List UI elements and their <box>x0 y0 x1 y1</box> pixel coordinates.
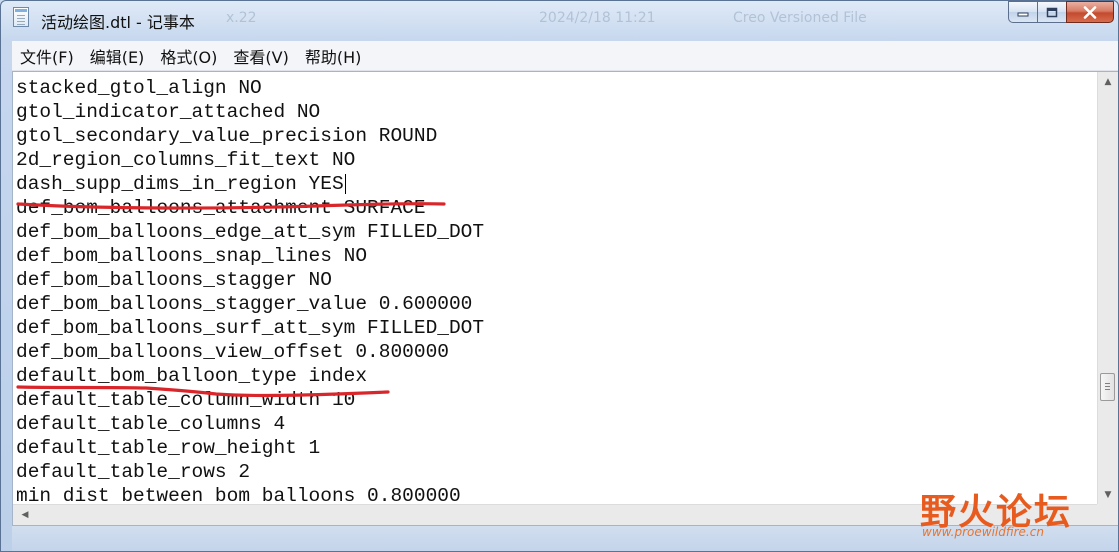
ghost-version-text: x.22 <box>226 10 257 26</box>
text-line: def_bom_balloons_attachment SURFACE <box>16 197 426 219</box>
ghost-type-text: Creo Versioned File <box>733 10 867 26</box>
caption-buttons <box>1008 1 1114 23</box>
scroll-up-arrow-icon[interactable]: ▲ <box>1098 72 1118 92</box>
maximize-button[interactable] <box>1037 1 1066 23</box>
close-button[interactable] <box>1066 1 1114 23</box>
text-content[interactable]: stacked_gtol_align NO gtol_indicator_att… <box>16 76 1096 502</box>
menu-bar: 文件(F) 编辑(E) 格式(O) 查看(V) 帮助(H) <box>12 41 1118 71</box>
text-line: default_table_column_width 10 <box>16 389 356 411</box>
text-line: def_bom_balloons_stagger_value 0.600000 <box>16 293 473 315</box>
title-bar[interactable]: x.22 2024/2/18 11:21 Creo Versioned File… <box>1 1 1118 39</box>
text-line: def_bom_balloons_edge_att_sym FILLED_DOT <box>16 221 485 243</box>
notepad-icon <box>13 7 29 27</box>
text-line: default_bom_balloon_type index <box>16 365 368 387</box>
menu-view[interactable]: 查看(V) <box>225 44 296 68</box>
vertical-scrollbar[interactable]: ▲ ▼ <box>1097 72 1118 505</box>
text-line: stacked_gtol_align NO <box>16 77 262 99</box>
minimize-icon <box>1017 12 1029 17</box>
text-line: gtol_indicator_attached NO <box>16 101 321 123</box>
text-caret <box>344 173 346 194</box>
menu-help[interactable]: 帮助(H) <box>297 44 370 68</box>
notepad-window: x.22 2024/2/18 11:21 Creo Versioned File… <box>0 0 1119 552</box>
text-line: default_table_row_height 1 <box>16 437 321 459</box>
ghost-date-text: 2024/2/18 11:21 <box>539 10 656 26</box>
menu-file[interactable]: 文件(F) <box>12 44 82 68</box>
window-title: 活动绘图.dtl - 记事本 <box>41 13 195 32</box>
text-line: def_bom_balloons_view_offset 0.800000 <box>16 341 449 363</box>
watermark-url: www.proewildfire.cn <box>922 525 1044 539</box>
scrollbar-corner <box>1097 504 1118 525</box>
text-line: default_table_rows 2 <box>16 461 251 483</box>
text-editor[interactable]: stacked_gtol_align NO gtol_indicator_att… <box>12 71 1118 526</box>
close-icon <box>1083 5 1097 19</box>
text-line: default_table_columns 4 <box>16 413 286 435</box>
minimize-button[interactable] <box>1008 1 1037 23</box>
text-line: gtol_secondary_value_precision ROUND <box>16 125 438 147</box>
text-line: def_bom_balloons_snap_lines NO <box>16 245 368 267</box>
maximize-icon <box>1046 7 1058 17</box>
text-line: 2d_region_columns_fit_text NO <box>16 149 356 171</box>
text-line: dash_supp_dims_in_region YES <box>16 173 346 195</box>
text-line: def_bom_balloons_surf_att_sym FILLED_DOT <box>16 317 485 339</box>
vertical-scroll-thumb[interactable] <box>1100 373 1115 401</box>
scroll-left-arrow-icon[interactable]: ◀ <box>15 505 35 525</box>
scroll-down-arrow-icon[interactable]: ▼ <box>1098 485 1118 505</box>
forum-watermark: 野火论坛 www.proewildfire.cn <box>920 483 1096 543</box>
menu-format[interactable]: 格式(O) <box>152 44 225 68</box>
menu-edit[interactable]: 编辑(E) <box>82 44 153 68</box>
text-line: def_bom_balloons_stagger NO <box>16 269 332 291</box>
